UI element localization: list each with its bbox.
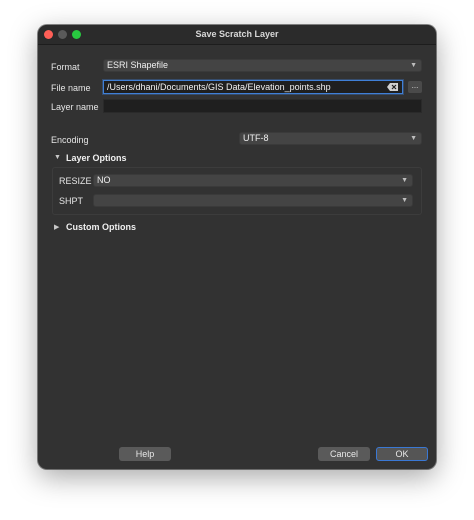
help-button[interactable]: Help [119, 447, 171, 461]
chevron-down-icon: ▼ [410, 135, 417, 142]
encoding-combobox[interactable]: UTF-8 ▼ [239, 132, 422, 145]
title-bar: Save Scratch Layer [38, 25, 436, 45]
shpt-combobox[interactable]: ▼ [93, 194, 413, 207]
layername-label: Layer name [51, 102, 99, 112]
format-label: Format [51, 62, 80, 72]
filename-input[interactable]: /Users/dhani/Documents/GIS Data/Elevatio… [103, 80, 403, 94]
encoding-label: Encoding [51, 135, 89, 145]
clear-text-icon[interactable] [387, 83, 398, 91]
ok-button[interactable]: OK [376, 447, 428, 461]
chevron-down-icon: ▼ [401, 197, 408, 204]
save-scratch-layer-dialog: Save Scratch Layer Format ESRI Shapefile… [38, 25, 436, 469]
resize-label: RESIZE [59, 176, 92, 186]
filename-label: File name [51, 83, 91, 93]
layer-options-header[interactable]: Layer Options [66, 153, 127, 163]
filename-value: /Users/dhani/Documents/GIS Data/Elevatio… [107, 82, 331, 92]
format-combobox[interactable]: ESRI Shapefile ▼ [103, 59, 422, 72]
format-value: ESRI Shapefile [107, 60, 169, 70]
disclosure-collapsed-icon[interactable]: ▶ [54, 223, 59, 231]
shpt-label: SHPT [59, 196, 84, 206]
chevron-down-icon: ▼ [401, 177, 408, 184]
resize-combobox[interactable]: NO ▼ [93, 174, 413, 187]
disclosure-expanded-icon[interactable]: ▼ [54, 154, 61, 161]
encoding-value: UTF-8 [243, 133, 269, 143]
layername-input[interactable] [103, 99, 422, 113]
cancel-button[interactable]: Cancel [318, 447, 370, 461]
window-title: Save Scratch Layer [195, 29, 279, 39]
chevron-down-icon: ▼ [410, 62, 417, 69]
custom-options-header[interactable]: Custom Options [66, 222, 136, 232]
browse-button[interactable]: ... [408, 81, 422, 93]
resize-value: NO [97, 175, 111, 185]
